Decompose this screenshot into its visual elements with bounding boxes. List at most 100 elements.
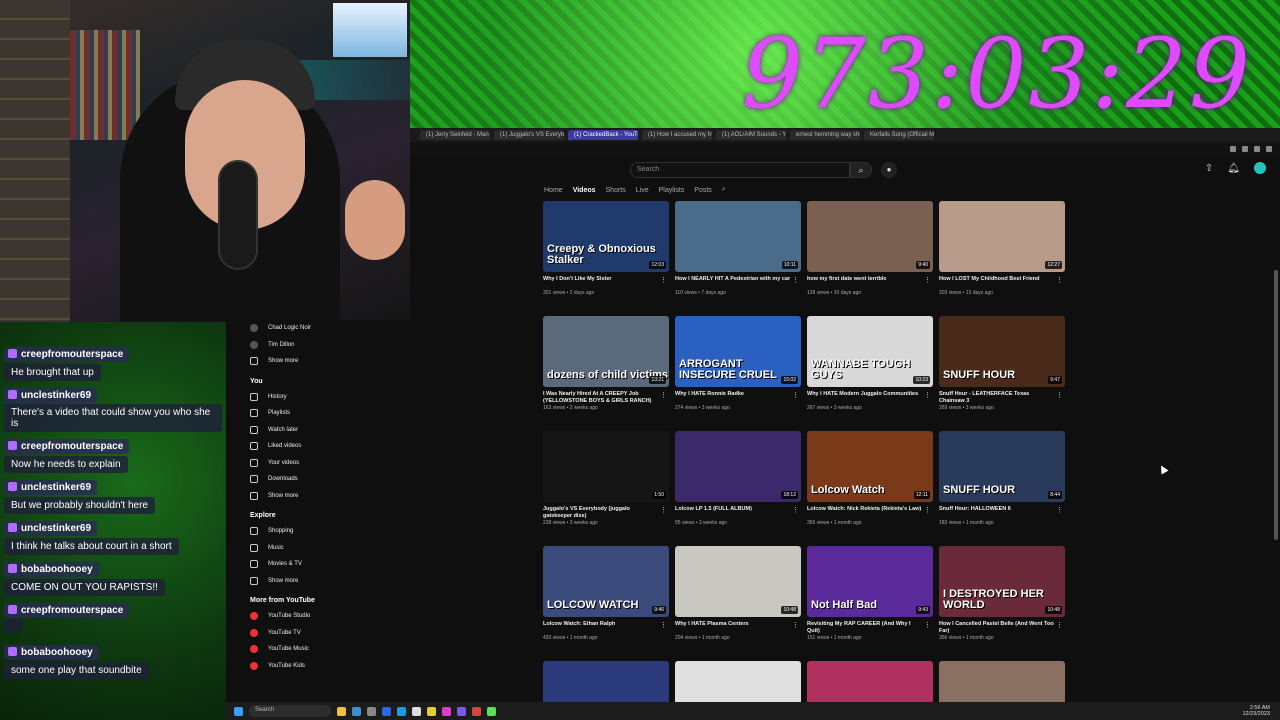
you-heading[interactable]: You [250,378,410,385]
sidebar-item-youtube-tv[interactable]: YouTube TV [250,625,410,642]
sidebar-item-your-videos[interactable]: Your videos [250,455,410,472]
video-card[interactable]: 10:48 Why I HATE Plasma Centers 204 views … [675,546,801,641]
video-title[interactable]: how my first date went terrible [807,276,933,290]
video-thumbnail[interactable]: Not Half Bad 9:43 [807,546,933,617]
menu-icon[interactable] [1266,146,1272,152]
video-card[interactable]: 18:12 Lolcow LP 1.5 (FULL ALBUM) 95 views … [675,431,801,526]
browser-tab[interactable]: (1) Jerry Seinfeld - Man [420,130,490,140]
voice-search-button[interactable]: ● [881,162,897,178]
browser-tab[interactable]: (1) CrackedBack - YouTu [568,130,638,140]
video-title[interactable]: Why I Don't Like My Sister [543,276,669,290]
more-vert-icon[interactable]: ⋮ [660,506,667,514]
video-card[interactable]: SNUFF HOUR 9:47 Snuff Hour - LEATHERFACE T… [939,316,1065,411]
avatar[interactable] [1254,162,1266,174]
video-card[interactable]: I DESTROYED HER WORLD 10:48 How I Cancelle… [939,546,1065,641]
more-vert-icon[interactable]: ⋮ [924,391,931,399]
more-vert-icon[interactable]: ⋮ [660,621,667,629]
video-title[interactable]: Lolcow LP 1.5 (FULL ALBUM) [675,506,801,520]
video-card[interactable]: 9:23 [807,661,933,703]
video-thumbnail[interactable]: ARROGANT INSECURE CRUEL 15:02 [675,316,801,387]
sidebar-item-playlists[interactable]: Playlists [250,405,410,422]
more-vert-icon[interactable]: ⋮ [792,621,799,629]
more-vert-icon[interactable]: ⋮ [1056,506,1063,514]
video-title[interactable]: Lolcow Watch: Nick Rekieta (Rekieta's La… [807,506,933,520]
app-icon[interactable] [457,706,466,716]
search-button[interactable]: ⌕ [850,162,872,178]
video-card[interactable]: 10:11 How I NEARLY HIT A Pedestrian with … [675,201,801,296]
video-card[interactable]: SNUFF HOUR 8:44 Snuff Hour: HALLOWEEN 6 183… [939,431,1065,526]
video-title[interactable]: Lolcow Watch: Ethan Ralph [543,621,669,635]
channel-search-icon[interactable]: ⌕ [722,186,726,194]
video-title[interactable]: How I Cancelled Pastel Belle (And Went T… [939,621,1065,635]
sidebar-item-youtube-music[interactable]: YouTube Music [250,641,410,658]
video-thumbnail[interactable]: dozens of child victims 13:21 [543,316,669,387]
sidebar-item-show-more[interactable]: Show more [250,488,410,505]
browser-tab[interactable]: ernest hemming way shi [790,130,860,140]
video-thumbnail[interactable]: Lolcow Watch 12:11 [807,431,933,502]
sidebar-item-subscription[interactable]: Chad Logic Noir [250,320,410,337]
more-vert-icon[interactable]: ⋮ [1056,621,1063,629]
sidebar-item-downloads[interactable]: Downloads [250,471,410,488]
app-icon[interactable] [472,706,481,716]
app-icon[interactable] [427,706,436,716]
video-card[interactable]: 1:50 Juggalo's VS Everybody (juggalo gate… [543,431,669,526]
chat-username[interactable]: bobaboohooey [4,562,99,577]
chat-username[interactable]: creepfromouterspace [4,603,130,618]
app-icon[interactable] [382,706,391,716]
video-thumbnail[interactable]: THE BAND IS BAD TOO [543,661,669,703]
more-vert-icon[interactable]: ⋮ [660,276,667,284]
more-vert-icon[interactable]: ⋮ [1056,276,1063,284]
sidebar-item-watch-later[interactable]: Watch later [250,422,410,439]
video-title[interactable]: Snuff Hour - LEATHERFACE Texas Chainsaw … [939,391,1065,405]
sidebar-item-show-more[interactable]: Show more [250,573,410,590]
search-input[interactable]: Search [630,162,850,178]
chat-username[interactable]: unclestinker69 [4,480,98,495]
video-thumbnail[interactable]: 9:40 [807,201,933,272]
video-title[interactable]: Why I HATE Modern Juggalo Communities [807,391,933,405]
video-card[interactable]: 9:40 how my first date went terrible 128 v… [807,201,933,296]
video-title[interactable]: Why I HATE Ronnie Radke [675,391,801,405]
tab-posts[interactable]: Posts [694,187,712,194]
chat-username[interactable]: creepfromouterspace [4,439,130,454]
tab-home[interactable]: Home [544,187,563,194]
video-title[interactable]: Juggalo's VS Everybody (juggalo gatekeep… [543,506,669,520]
bookmark-icon[interactable] [1230,146,1236,152]
video-thumbnail[interactable]: LOLCOW WATCH 9:46 [543,546,669,617]
sidebar-item-shopping[interactable]: Shopping [250,523,410,540]
chat-username[interactable]: unclestinker69 [4,388,98,403]
video-thumbnail[interactable]: SNUFF HOUR 8:44 [939,431,1065,502]
video-thumbnail[interactable]: NARCISSISTIC HATE FIGURE10:39 [675,661,801,703]
tab-playlists[interactable]: Playlists [659,187,685,194]
more-vert-icon[interactable]: ⋮ [1056,391,1063,399]
sidebar-item-subscription[interactable]: Tim Dillon [250,337,410,354]
video-title[interactable]: How I NEARLY HIT A Pedestrian with my ca… [675,276,801,290]
video-card[interactable]: WANNABE TOUGH GUYS 10:23 Why I HATE Modern… [807,316,933,411]
more-vert-icon[interactable]: ⋮ [792,276,799,284]
video-thumbnail[interactable]: 1:50 [543,431,669,502]
video-card[interactable]: NARCISSISTIC HATE FIGURE10:39 [675,661,801,703]
app-icon[interactable] [412,706,421,716]
more-vert-icon[interactable]: ⋮ [660,391,667,399]
sidebar-item-youtube-kids[interactable]: YouTube Kids [250,658,410,675]
video-card[interactable]: ARROGANT INSECURE CRUEL 15:02 Why I HATE R… [675,316,801,411]
browser-tab[interactable]: (1) Juggalo's VS Everybo [494,130,564,140]
video-thumbnail[interactable]: 10:48 [675,546,801,617]
video-card[interactable]: Not Half Bad 9:43 Revisiting My RAP CAREER… [807,546,933,641]
more-vert-icon[interactable]: ⋮ [792,391,799,399]
app-icon[interactable] [442,706,451,716]
video-thumbnail[interactable]: Creepy & Obnoxious Stalker 12:03 [543,201,669,272]
profile-icon[interactable] [1254,146,1260,152]
video-title[interactable]: How I LOST My Childhood Best Friend [939,276,1065,290]
scrollbar[interactable] [1274,270,1278,540]
video-thumbnail[interactable]: WANNABE TOUGH GUYS 10:23 [807,316,933,387]
chat-username[interactable]: bobaboohooey [4,645,99,660]
edge-icon[interactable] [352,706,361,716]
steam-icon[interactable] [397,706,406,716]
more-vert-icon[interactable]: ⋮ [924,621,931,629]
extensions-icon[interactable] [1242,146,1248,152]
windows-start-icon[interactable] [234,706,243,716]
browser-tab[interactable]: (1) AOL/AIM Sounds - Yo [716,130,786,140]
video-card[interactable]: Creepy & Obnoxious Stalker 12:03 Why I Don… [543,201,669,296]
video-thumbnail[interactable]: 9:23 [807,661,933,703]
sidebar-item-history[interactable]: History [250,389,410,406]
